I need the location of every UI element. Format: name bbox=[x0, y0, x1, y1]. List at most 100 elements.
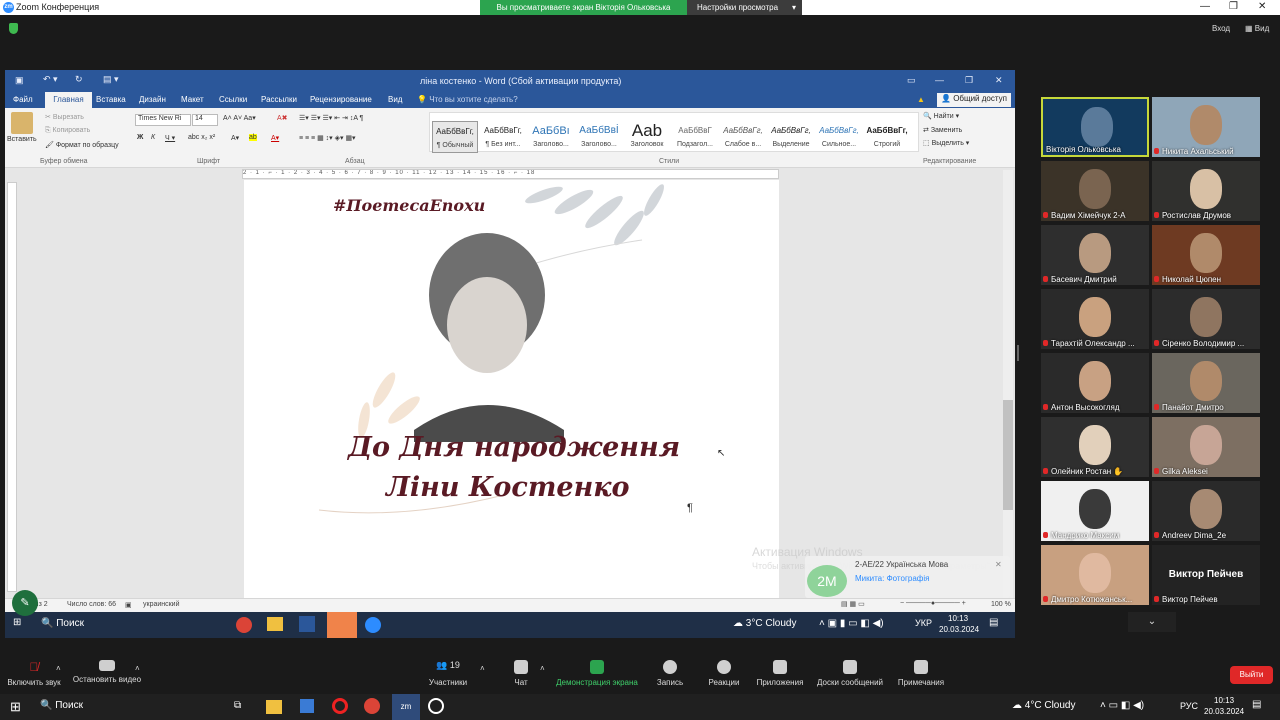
participant-tile[interactable]: Вікторія Ольковська bbox=[1041, 97, 1149, 157]
task-view-icon[interactable]: ⧉ bbox=[234, 700, 241, 711]
select-button[interactable]: ⬚ Выделить ▾ bbox=[923, 139, 969, 147]
tray-icons[interactable]: ˄ ▭ ◧ ◀) bbox=[1100, 700, 1144, 711]
weather-widget[interactable]: ☁ 3°C Cloudy bbox=[733, 618, 796, 629]
search-app-icon[interactable] bbox=[428, 698, 444, 714]
scroll-thumb[interactable] bbox=[1003, 400, 1013, 510]
explorer-icon[interactable] bbox=[267, 617, 283, 631]
zoom-slider[interactable]: − ─────●───── + bbox=[900, 600, 966, 607]
participant-tile[interactable]: Николай Цюпен bbox=[1152, 225, 1260, 285]
participant-tile[interactable]: Никита Ахальський bbox=[1152, 97, 1260, 157]
style-no-spacing[interactable]: АаБбВвГг, ¶ Без инт... bbox=[480, 121, 526, 153]
word-close-icon[interactable]: ✕ bbox=[995, 75, 1003, 86]
language-label[interactable]: украинский bbox=[143, 601, 180, 608]
chrome-icon[interactable] bbox=[236, 617, 252, 633]
zoom-taskbar-icon[interactable] bbox=[365, 617, 381, 633]
strikethrough-icon[interactable]: abc x₂ x² bbox=[188, 134, 215, 141]
tab-review[interactable]: Рецензирование bbox=[310, 95, 372, 104]
clear-format-icon[interactable]: A✖ bbox=[277, 114, 288, 122]
participant-tile[interactable]: Олейник Ростан ✋ bbox=[1041, 417, 1149, 477]
align-icons[interactable]: ≡ ≡ ≡ ▦ ↕▾ ◈▾ ▦▾ bbox=[299, 134, 356, 142]
document-page[interactable]: #ПоетесаЕпохи До Дня народження Ліни Кос… bbox=[244, 180, 779, 598]
horizontal-ruler[interactable]: 2 · 1 · ⌐ · 1 · 2 · 3 · 4 · 5 · 6 · 7 · … bbox=[242, 169, 779, 179]
chat-options-icon[interactable]: ˄ bbox=[540, 664, 545, 673]
italic-icon[interactable]: К bbox=[151, 134, 155, 141]
explorer-icon[interactable] bbox=[266, 700, 282, 714]
format-painter-button[interactable]: 🖌 Формат по образцу bbox=[45, 141, 119, 149]
chat-button[interactable]: Чат bbox=[508, 656, 534, 687]
style-normal[interactable]: АаБбВвГг, ¶ Обычный bbox=[432, 121, 478, 153]
replace-button[interactable]: ⇄ Заменить bbox=[923, 126, 962, 134]
tab-references[interactable]: Ссылки bbox=[219, 95, 247, 104]
view-mode-icons[interactable]: ▤ ▦ ▭ bbox=[841, 600, 865, 608]
paste-icon[interactable] bbox=[11, 112, 33, 134]
zoom-taskbar-icon[interactable]: zm bbox=[392, 694, 420, 720]
bullets-icon[interactable]: ☰▾ ☰▾ ☰▾ ⇤ ⇥ ↕A ¶ bbox=[299, 114, 363, 122]
taskbar-search[interactable]: 🔍 Поиск bbox=[41, 618, 84, 629]
gallery-next-icon[interactable]: ⌄ bbox=[1128, 612, 1176, 632]
share-button[interactable]: 👤 Общий доступ bbox=[937, 93, 1011, 107]
vertical-ruler[interactable] bbox=[7, 182, 17, 592]
participant-tile[interactable]: Басевич Дмитрий bbox=[1041, 225, 1149, 285]
audio-options-icon[interactable]: ˄ bbox=[56, 664, 61, 673]
whiteboards-button[interactable]: Доски сообщений bbox=[814, 656, 886, 687]
participants-button[interactable]: 👥 19 Участники bbox=[424, 656, 472, 687]
tab-design[interactable]: Дизайн bbox=[139, 95, 166, 104]
participant-tile[interactable]: Панайот Дмитро bbox=[1152, 353, 1260, 413]
tab-home[interactable]: Главная bbox=[45, 92, 92, 108]
proofing-icon[interactable]: ▣ bbox=[125, 601, 132, 609]
shield-icon[interactable] bbox=[9, 23, 18, 34]
participants-options-icon[interactable]: ˄ bbox=[480, 664, 485, 673]
tell-me-search[interactable]: 💡 Что вы хотите сделать? bbox=[417, 95, 518, 104]
taskbar-search[interactable]: 🔍 Поиск bbox=[40, 700, 83, 711]
split-resize-handle[interactable] bbox=[1017, 345, 1019, 361]
windows-start-icon[interactable]: ⊞ bbox=[13, 617, 21, 628]
notes-button[interactable]: Примечания bbox=[894, 656, 948, 687]
style-heading2[interactable]: АаБбВвİ Заголово... bbox=[576, 121, 622, 153]
close-icon[interactable]: ✕ bbox=[1258, 1, 1266, 12]
find-button[interactable]: 🔍 Найти ▾ bbox=[923, 112, 959, 120]
participant-tile[interactable]: Gilka Aleksei bbox=[1152, 417, 1260, 477]
annotate-pencil-icon[interactable]: ✎ bbox=[12, 590, 38, 616]
participant-tile[interactable]: Антон Высокогляд bbox=[1041, 353, 1149, 413]
tab-layout[interactable]: Макет bbox=[181, 95, 204, 104]
word-minimize-icon[interactable]: — bbox=[935, 75, 944, 85]
chrome-icon[interactable] bbox=[364, 698, 380, 714]
apps-button[interactable]: Приложения bbox=[754, 656, 806, 687]
tab-file[interactable]: Файл bbox=[13, 95, 33, 104]
notification-close-icon[interactable]: ✕ bbox=[995, 560, 1002, 569]
participant-tile[interactable]: Andreev Dima_2e bbox=[1152, 481, 1260, 541]
word-taskbar-icon[interactable] bbox=[299, 616, 315, 632]
participant-tile[interactable]: Виктор Пейчев Виктор Пейчев bbox=[1152, 545, 1260, 605]
tab-insert[interactable]: Вставка bbox=[96, 95, 126, 104]
style-emphasis[interactable]: АаБбВвГг, Выделение bbox=[768, 121, 814, 153]
video-options-icon[interactable]: ˄ bbox=[135, 664, 140, 673]
style-heading1[interactable]: АаБбВı Заголово... bbox=[528, 121, 574, 153]
weather-widget[interactable]: ☁ 4°C Cloudy bbox=[1012, 700, 1075, 711]
tab-mailings[interactable]: Рассылки bbox=[261, 95, 297, 104]
print-preview-icon[interactable]: ▤ ▾ bbox=[103, 74, 119, 85]
cut-button[interactable]: ✂ Вырезать bbox=[45, 113, 84, 121]
grow-font-icon[interactable]: A˄ A˅ Aa▾ bbox=[223, 114, 256, 122]
font-color-icon[interactable]: A▾ bbox=[271, 134, 279, 142]
tab-view[interactable]: Вид bbox=[388, 95, 402, 104]
share-screen-button[interactable]: Демонстрация экрана bbox=[554, 656, 640, 687]
participant-tile[interactable]: Сіренко Володимир ... bbox=[1152, 289, 1260, 349]
leave-button[interactable]: Выйти bbox=[1230, 666, 1273, 684]
style-subtitle[interactable]: АаБбВвГ Подзагол... bbox=[672, 121, 718, 153]
notifications-icon[interactable]: ▤ bbox=[989, 617, 998, 628]
copy-button[interactable]: ⎘ Копировать bbox=[45, 127, 90, 135]
stop-video-button[interactable]: Остановить видео bbox=[70, 656, 144, 684]
bold-icon[interactable]: Ж bbox=[137, 134, 143, 141]
text-effects-icon[interactable]: A▾ bbox=[231, 134, 239, 142]
paste-button[interactable]: Вставить bbox=[7, 136, 37, 143]
input-language[interactable]: РУС bbox=[1180, 701, 1198, 711]
reactions-button[interactable]: Реакции bbox=[704, 656, 744, 687]
unmute-button[interactable]: 🎙̸ Включить звук bbox=[4, 656, 64, 687]
participant-tile[interactable]: Мандрико Максим bbox=[1041, 481, 1149, 541]
word-count[interactable]: Число слов: 66 bbox=[67, 601, 116, 608]
notifications-icon[interactable]: ▤ bbox=[1252, 699, 1261, 710]
style-subtle-emphasis[interactable]: АаБбВвГг, Слабое в... bbox=[720, 121, 766, 153]
enter-fullscreen-button[interactable]: Вход bbox=[1212, 24, 1230, 33]
windows-start-icon[interactable]: ⊞ bbox=[10, 699, 21, 715]
record-button[interactable]: Запись bbox=[652, 656, 688, 687]
